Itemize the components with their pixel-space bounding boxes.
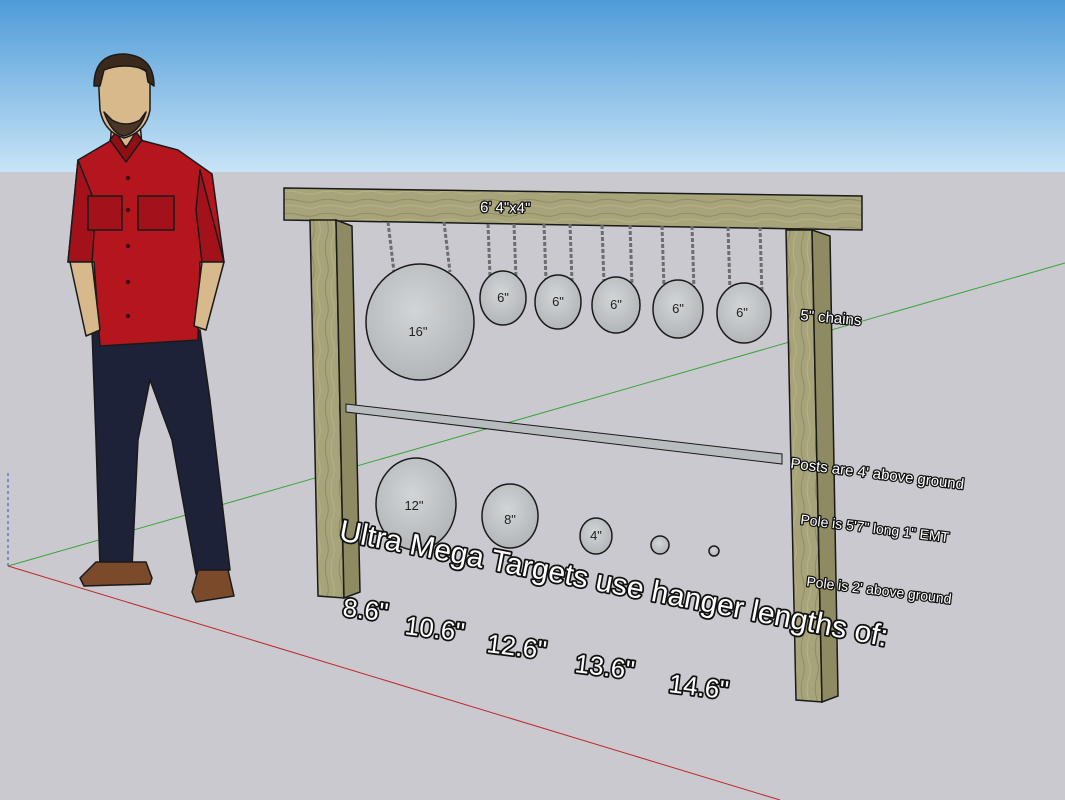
lower-target-label: 4" [590,528,602,543]
upper-target-label: 6" [497,290,509,305]
upper-target-label: 6" [672,301,684,316]
upper-target-label: 6" [610,297,622,312]
hanger-length: 8.6" [341,592,390,627]
chain-icon [690,225,696,291]
right-shoe [191,569,235,603]
target-16in [365,263,475,381]
upper-target-label: 6" [736,305,748,320]
sketch-scene: 16" 6" 6" 6" 6" 6" 12" 8" 4" 6' 4"x4" 5"… [0,0,1065,800]
upper-target-label: 16" [408,324,427,339]
pocket-right [137,195,175,231]
upper-target-label: 6" [552,294,564,309]
lower-target-label: 12" [404,498,423,513]
chain-icon [726,226,732,293]
chain-icon [628,224,634,287]
chain-icon [486,223,492,277]
chain-icon [512,223,518,279]
target-small-2 [708,545,720,557]
target-small-1 [650,535,670,555]
beam-label: 6' 4"x4" [480,199,531,217]
lower-target-label: 8" [504,512,516,527]
pocket-left [87,195,123,231]
